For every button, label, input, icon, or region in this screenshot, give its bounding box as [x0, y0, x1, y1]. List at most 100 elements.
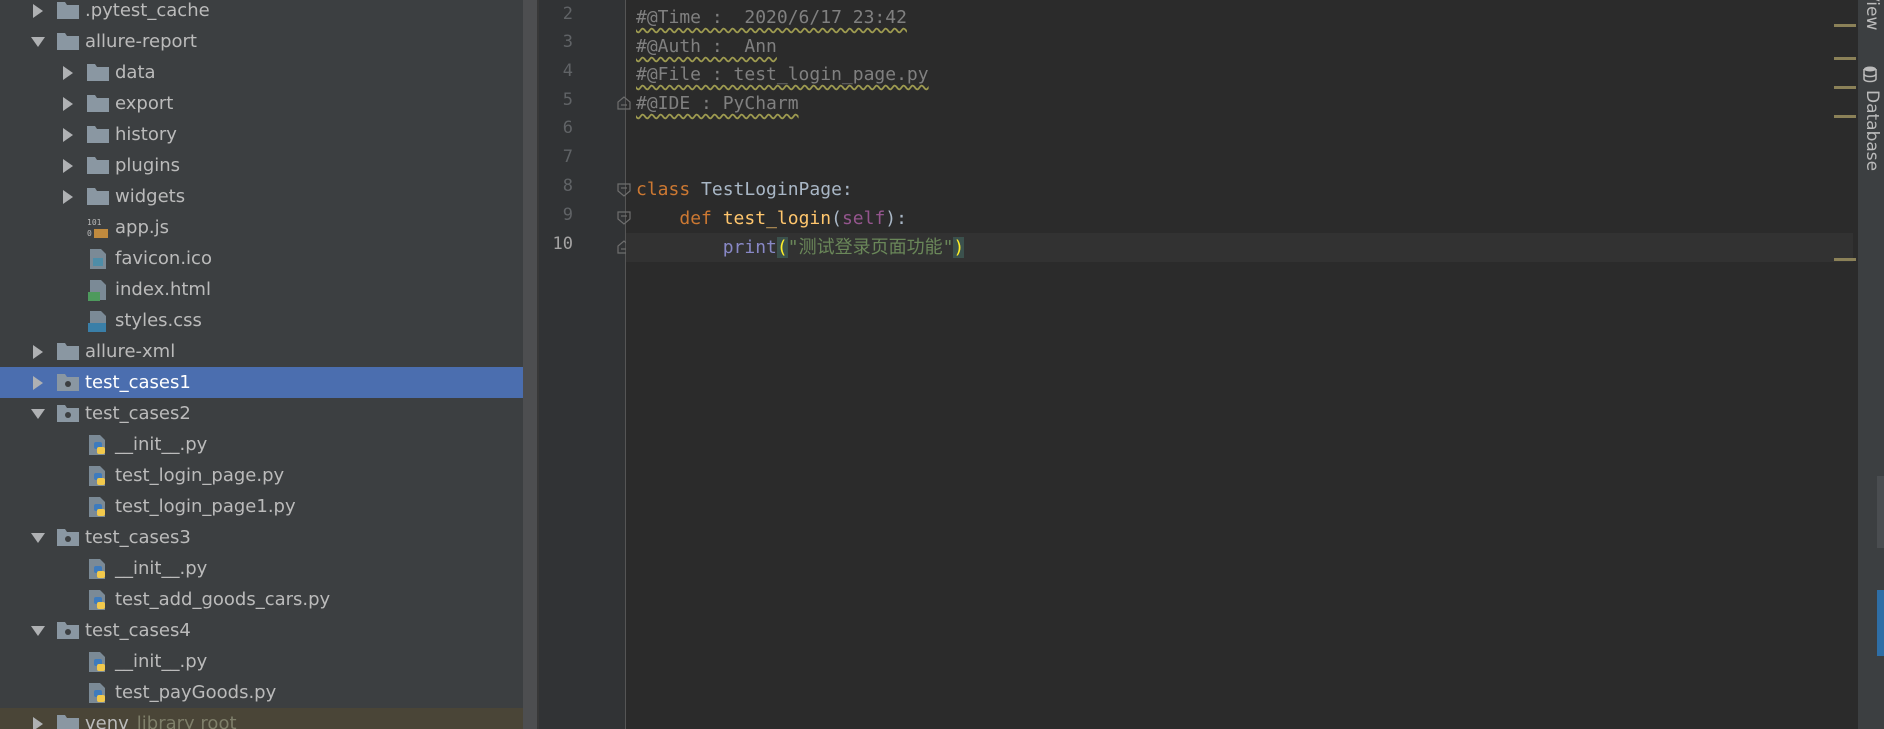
tree-item-label: __init__.py	[115, 651, 208, 672]
css-file-icon	[86, 309, 110, 333]
expand-arrow-icon[interactable]	[28, 375, 48, 390]
collapse-arrow-icon[interactable]	[28, 532, 48, 544]
collapse-arrow-icon[interactable]	[28, 408, 48, 420]
tree-item-label: app.js	[115, 217, 169, 238]
tree-item-label: test_login_page1.py	[115, 496, 296, 517]
expand-arrow-icon[interactable]	[58, 96, 78, 111]
tree-folder-item[interactable]: venv library root	[0, 708, 523, 729]
tree-item-label: test_cases3	[85, 527, 191, 548]
folder-icon	[56, 30, 80, 54]
line-number: 8	[562, 176, 573, 196]
paren-highlight: )	[953, 237, 965, 258]
tree-item-label: test_cases4	[85, 620, 191, 641]
class-name: TestLoginPage:	[690, 179, 853, 200]
scrollbar-indicator[interactable]	[1877, 590, 1884, 656]
python-file-icon	[86, 557, 110, 581]
svg-text:101: 101	[87, 218, 102, 227]
tree-file-item[interactable]: test_add_goods_cars.py	[0, 584, 523, 615]
code-line[interactable]: def test_login(self):	[636, 204, 907, 233]
code-line[interactable]: #@Auth : Ann	[636, 32, 777, 61]
expand-arrow-icon[interactable]	[58, 127, 78, 142]
scrollbar-thumb[interactable]	[1877, 476, 1884, 548]
tree-item-label: export	[115, 93, 174, 114]
tree-file-item[interactable]: styles.css	[0, 305, 523, 336]
code-line[interactable]: class TestLoginPage:	[636, 175, 853, 204]
warning-marker[interactable]	[1834, 86, 1856, 89]
keyword: def	[679, 208, 712, 229]
svg-text:0: 0	[87, 229, 92, 238]
line-number: 5	[562, 90, 573, 110]
code-line[interactable]: #@IDE : PyCharm	[636, 89, 799, 118]
warning-marker[interactable]	[1834, 24, 1856, 27]
keyword: class	[636, 179, 691, 200]
line-number: 2	[562, 4, 573, 24]
tree-file-item[interactable]: __init__.py	[0, 646, 523, 677]
tree-folder-item[interactable]: test_cases4	[0, 615, 523, 646]
warning-marker[interactable]	[1834, 115, 1856, 118]
tree-item-label: data	[115, 62, 156, 83]
comment-text: #@IDE : PyCharm	[636, 93, 799, 114]
warning-marker[interactable]	[1834, 57, 1856, 60]
tree-item-label: test_add_goods_cars.py	[115, 589, 331, 610]
tree-item-label: widgets	[115, 186, 186, 207]
comment-text: #@File : test_login_page.py	[636, 64, 929, 85]
tree-folder-item[interactable]: test_cases1	[0, 367, 523, 398]
tree-file-item[interactable]: test_login_page1.py	[0, 491, 523, 522]
collapse-arrow-icon[interactable]	[28, 625, 48, 637]
expand-arrow-icon[interactable]	[58, 189, 78, 204]
expand-arrow-icon[interactable]	[28, 344, 48, 359]
line-number: 4	[562, 61, 573, 81]
database-icon[interactable]	[1862, 65, 1878, 83]
folder-icon	[86, 123, 110, 147]
tree-item-label: favicon.ico	[115, 248, 212, 269]
tree-file-item[interactable]: __init__.py	[0, 429, 523, 460]
tree-folder-item[interactable]: test_cases2	[0, 398, 523, 429]
code-editor[interactable]	[626, 0, 1853, 729]
package-folder-icon	[56, 371, 80, 395]
comment-text: #@Time : 2020/6/17 23:42	[636, 7, 907, 28]
tree-item-label: __init__.py	[115, 558, 208, 579]
line-number-current: 10	[552, 234, 573, 254]
tree-item-label: test_cases1	[85, 372, 191, 393]
expand-arrow-icon[interactable]	[58, 158, 78, 173]
expand-arrow-icon[interactable]	[28, 3, 48, 18]
database-tool-tab[interactable]: Database	[1862, 90, 1882, 171]
tree-folder-item[interactable]: widgets	[0, 181, 523, 212]
code-line[interactable]: #@Time : 2020/6/17 23:42	[636, 3, 907, 32]
tree-folder-item[interactable]: plugins	[0, 150, 523, 181]
tree-folder-item[interactable]: allure-report	[0, 26, 523, 57]
tree-file-item[interactable]: index.html	[0, 274, 523, 305]
folder-icon	[86, 61, 110, 85]
folder-icon	[56, 340, 80, 364]
warning-marker[interactable]	[1834, 258, 1856, 261]
python-file-icon	[86, 650, 110, 674]
code-line[interactable]: #@File : test_login_page.py	[636, 60, 929, 89]
tree-folder-item[interactable]: test_cases3	[0, 522, 523, 553]
tree-folder-item[interactable]: allure-xml	[0, 336, 523, 367]
comment-text: #@Auth : Ann	[636, 36, 777, 57]
tree-folder-item[interactable]: data	[0, 57, 523, 88]
tree-folder-item[interactable]: history	[0, 119, 523, 150]
panel-splitter[interactable]	[523, 0, 537, 729]
code-line-current[interactable]: print("测试登录页面功能")	[636, 233, 965, 262]
tree-file-item[interactable]: 101 0 app.js	[0, 212, 523, 243]
python-file-icon	[86, 495, 110, 519]
javascript-file-icon: 101 0	[86, 216, 110, 240]
tree-file-item[interactable]: __init__.py	[0, 553, 523, 584]
tree-folder-item[interactable]: export	[0, 88, 523, 119]
tree-file-item[interactable]: favicon.ico	[0, 243, 523, 274]
expand-arrow-icon[interactable]	[58, 65, 78, 80]
tree-item-label: allure-xml	[85, 341, 176, 362]
collapse-arrow-icon[interactable]	[28, 36, 48, 48]
tree-folder-item[interactable]: .pytest_cache	[0, 0, 523, 26]
python-file-icon	[86, 588, 110, 612]
expand-arrow-icon[interactable]	[28, 716, 48, 729]
folder-icon	[86, 154, 110, 178]
view-tool-tab[interactable]: View	[1862, 0, 1882, 30]
tree-item-label: styles.css	[115, 310, 202, 331]
tree-item-label: test_payGoods.py	[115, 682, 277, 703]
tree-file-item[interactable]: test_payGoods.py	[0, 677, 523, 708]
tree-item-label: allure-report	[85, 31, 197, 52]
line-number: 9	[562, 205, 573, 225]
tree-file-item[interactable]: test_login_page.py	[0, 460, 523, 491]
